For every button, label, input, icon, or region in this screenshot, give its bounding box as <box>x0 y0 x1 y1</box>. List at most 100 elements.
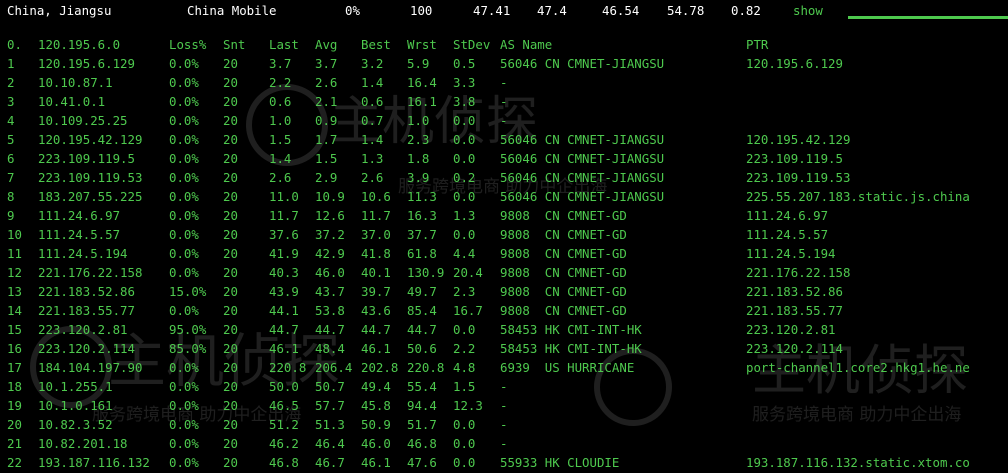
host-address: 10.1.255.1 <box>38 379 113 394</box>
last-latency: 44.1 <box>269 303 299 318</box>
last-latency: 41.9 <box>269 246 299 261</box>
summary-sent: 100 <box>410 3 433 18</box>
best-latency: 3.2 <box>361 56 384 71</box>
stdev-latency: 0.0 <box>453 227 476 242</box>
last-latency: 2.2 <box>269 75 292 90</box>
ptr-record: 221.176.22.158 <box>746 265 851 280</box>
hop-number: 2 <box>7 75 15 90</box>
stdev-latency: 4.8 <box>453 360 476 375</box>
as-name: 9808 CN CMNET-GD <box>500 208 627 223</box>
summary-loss: 0% <box>345 3 360 18</box>
last-latency: 51.2 <box>269 417 299 432</box>
header-last: Last <box>269 37 299 52</box>
loss-percent: 0.0% <box>169 189 199 204</box>
worst-latency: 2.3 <box>407 132 430 147</box>
last-latency: 1.5 <box>269 132 292 147</box>
as-name: 56046 CN CMNET-JIANGSU <box>500 170 665 185</box>
best-latency: 41.8 <box>361 246 391 261</box>
host-address: 10.1.0.161 <box>38 398 113 413</box>
table-row: 18 10.1.255.1 0.0% 20 50.0 50.7 49.4 55.4 1.5 - <box>0 378 1008 397</box>
hop-number: 5 <box>7 132 15 147</box>
ptr-record: 120.195.42.129 <box>746 132 851 147</box>
hop-number: 20 <box>7 417 22 432</box>
ptr-record: 221.183.55.77 <box>746 303 843 318</box>
last-latency: 2.6 <box>269 170 292 185</box>
best-latency: 44.7 <box>361 322 391 337</box>
avg-latency: 46.4 <box>315 436 345 451</box>
best-latency: 49.4 <box>361 379 391 394</box>
avg-latency: 2.6 <box>315 75 338 90</box>
as-name: - <box>500 94 508 109</box>
as-name: 9808 CN CMNET-GD <box>500 284 627 299</box>
sent-count: 20 <box>223 151 238 166</box>
show-details-link[interactable]: show <box>793 2 823 20</box>
host-address: 111.24.6.97 <box>38 208 121 223</box>
loss-percent: 0.0% <box>169 113 199 128</box>
avg-latency: 46.0 <box>315 265 345 280</box>
sent-count: 20 <box>223 113 238 128</box>
summary-best: 46.54 <box>602 3 640 18</box>
as-name: - <box>500 379 508 394</box>
table-row: 22 193.187.116.132 0.0% 20 46.8 46.7 46.1 47.6 0… <box>0 454 1008 473</box>
loss-percent: 0.0% <box>169 455 199 470</box>
sent-count: 20 <box>223 170 238 185</box>
loss-percent: 0.0% <box>169 379 199 394</box>
worst-latency: 47.6 <box>407 455 437 470</box>
host-address: 120.195.42.129 <box>38 132 143 147</box>
best-latency: 11.7 <box>361 208 391 223</box>
loss-percent: 0.0% <box>169 303 199 318</box>
host-address: 10.109.25.25 <box>38 113 128 128</box>
as-name: 6939 US HURRICANE <box>500 360 635 375</box>
table-row: 2 10.10.87.1 0.0% 20 2.2 2.6 1.4 16.4 3.3 - <box>0 74 1008 93</box>
avg-latency: 50.7 <box>315 379 345 394</box>
header-host: 120.195.6.0 <box>38 37 121 52</box>
worst-latency: 46.8 <box>407 436 437 451</box>
last-latency: 220.8 <box>269 360 307 375</box>
header-loss: Loss% <box>169 37 207 52</box>
header-stdev: StDev <box>453 37 491 52</box>
loss-percent: 0.0% <box>169 398 199 413</box>
best-latency: 37.0 <box>361 227 391 242</box>
host-address: 221.183.55.77 <box>38 303 135 318</box>
as-name: 9808 CN CMNET-GD <box>500 303 627 318</box>
avg-latency: 12.6 <box>315 208 345 223</box>
sent-count: 20 <box>223 227 238 242</box>
loss-percent: 0.0% <box>169 75 199 90</box>
summary-last: 47.41 <box>473 3 511 18</box>
best-latency: 40.1 <box>361 265 391 280</box>
as-name: - <box>500 75 508 90</box>
ptr-record: 225.55.207.183.static.js.china <box>746 189 970 204</box>
loss-percent: 0.0% <box>169 360 199 375</box>
sent-count: 20 <box>223 75 238 90</box>
worst-latency: 3.9 <box>407 170 430 185</box>
stdev-latency: 3.8 <box>453 94 476 109</box>
best-latency: 1.4 <box>361 75 384 90</box>
traceroute-table: 0. 120.195.6.0 Loss% Snt Last Avg Best W… <box>0 36 1008 473</box>
summary-bar: China, Jiangsu China Mobile 0% 100 47.41… <box>0 0 1008 21</box>
table-row: 7 223.109.119.53 0.0% 20 2.6 2.9 2.6 3.9 0.2 5604… <box>0 169 1008 188</box>
loss-percent: 0.0% <box>169 436 199 451</box>
stdev-latency: 0.5 <box>453 56 476 71</box>
ptr-record: 111.24.5.194 <box>746 246 836 261</box>
hop-number: 8 <box>7 189 15 204</box>
sent-count: 20 <box>223 379 238 394</box>
table-row: 6 223.109.119.5 0.0% 20 1.4 1.5 1.3 1.8 0.0 56046… <box>0 150 1008 169</box>
sent-count: 20 <box>223 322 238 337</box>
summary-isp: China Mobile <box>187 3 277 18</box>
loss-percent: 15.0% <box>169 284 207 299</box>
best-latency: 45.8 <box>361 398 391 413</box>
worst-latency: 130.9 <box>407 265 445 280</box>
loss-percent: 0.0% <box>169 56 199 71</box>
sent-count: 20 <box>223 189 238 204</box>
stdev-latency: 0.0 <box>453 322 476 337</box>
as-name: - <box>500 417 508 432</box>
header-as-name: AS Name <box>500 37 553 52</box>
as-name: 58453 HK CMI-INT-HK <box>500 322 642 337</box>
table-header-row: 0. 120.195.6.0 Loss% Snt Last Avg Best W… <box>0 36 1008 55</box>
sent-count: 20 <box>223 265 238 280</box>
last-latency: 50.0 <box>269 379 299 394</box>
ptr-record: 111.24.5.57 <box>746 227 829 242</box>
avg-latency: 10.9 <box>315 189 345 204</box>
last-latency: 37.6 <box>269 227 299 242</box>
hop-number: 21 <box>7 436 22 451</box>
